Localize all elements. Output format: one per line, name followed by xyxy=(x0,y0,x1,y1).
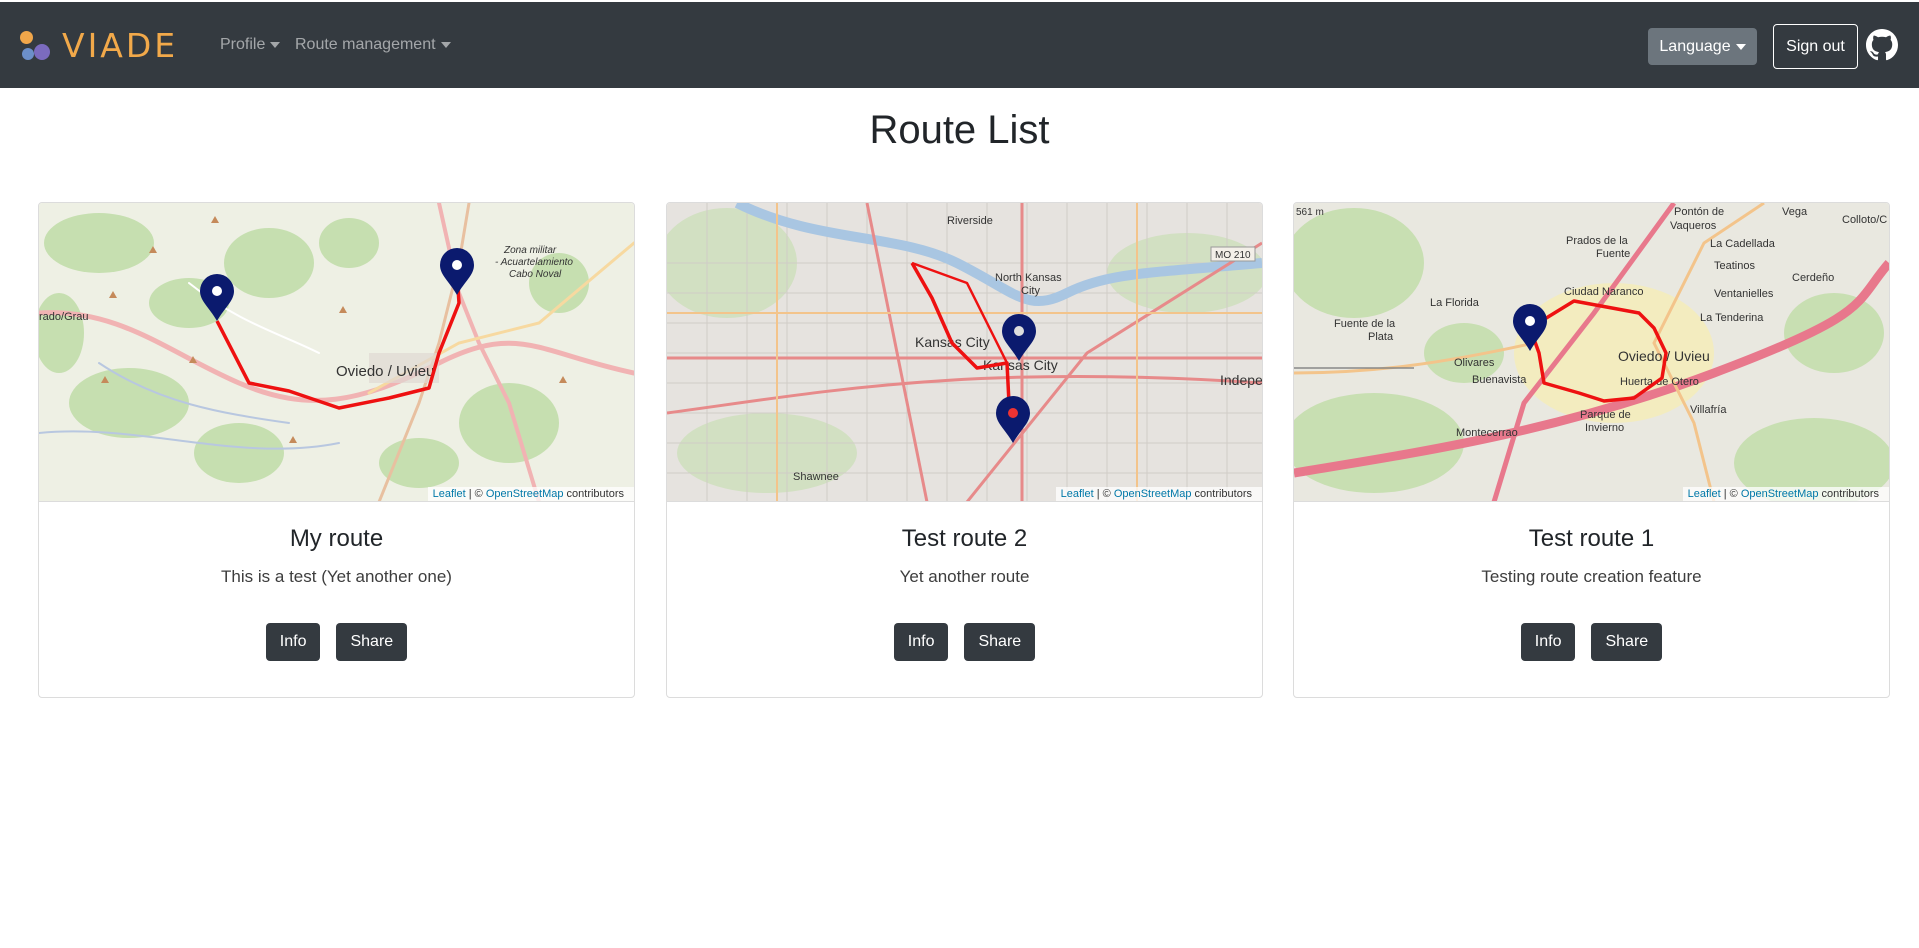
brand-logo-link[interactable]: VIADE xyxy=(18,28,178,64)
language-button[interactable]: Language xyxy=(1648,28,1757,65)
map-label-olivares: Olivares xyxy=(1454,357,1495,369)
map-label-florida: La Florida xyxy=(1430,297,1480,309)
viade-logo-icon xyxy=(18,28,58,64)
osm-link[interactable]: OpenStreetMap xyxy=(486,488,564,500)
route-card: Ciudad Naranco La Florida Fuente de la P… xyxy=(1293,202,1890,698)
map-label-cadellada: La Cadellada xyxy=(1710,238,1776,250)
map-label-riverside: Riverside xyxy=(947,215,993,227)
map-label-fuente: Fuente de la xyxy=(1334,318,1396,330)
route-map[interactable]: Kansas City Kansas City North Kansas Cit… xyxy=(667,203,1262,502)
leaflet-link[interactable]: Leaflet xyxy=(1061,488,1094,500)
profile-dropdown[interactable]: Profile xyxy=(220,36,281,54)
brand-name: VIADE xyxy=(62,26,179,65)
map-label-naranco: Ciudad Naranco xyxy=(1564,286,1644,298)
map-label-prados-2: Fuente xyxy=(1596,248,1630,260)
map-label-military-2: - Acuartelamiento xyxy=(495,257,573,268)
share-button[interactable]: Share xyxy=(336,623,408,661)
github-icon[interactable] xyxy=(1866,29,1898,61)
map-label-altitude: 561 m xyxy=(1296,207,1324,218)
map-label-north-kansas-city: City xyxy=(1021,285,1040,297)
caret-down-icon xyxy=(1735,43,1746,50)
route-description: This is a test (Yet another one) xyxy=(221,567,452,586)
sign-out-button[interactable]: Sign out xyxy=(1773,24,1858,69)
route-map[interactable]: Oviedo / Uvieu rado/Grau Zona militar - … xyxy=(39,203,634,502)
map-label-cerdeno: Cerdeño xyxy=(1792,272,1834,284)
map-label-colloto: Colloto/C xyxy=(1842,214,1887,226)
map-label-montecerrao: Montecerrao xyxy=(1456,427,1518,439)
map-label-military-3: Cabo Noval xyxy=(509,269,562,280)
info-button[interactable]: Info xyxy=(893,623,949,661)
share-button[interactable]: Share xyxy=(1591,623,1663,661)
top-navbar: VIADE Profile Route management Language … xyxy=(0,0,1919,88)
map-label-west: rado/Grau xyxy=(39,311,89,323)
route-card: Oviedo / Uvieu rado/Grau Zona militar - … xyxy=(38,202,635,698)
map-label-independence: Indepe xyxy=(1220,372,1262,388)
map-label-city: Oviedo / Uvieu xyxy=(336,363,434,380)
map-label-ventanielles: Ventanielles xyxy=(1714,288,1774,300)
route-description: Testing route creation feature xyxy=(1481,567,1702,586)
map-label-fuente-2: Plata xyxy=(1368,331,1394,343)
route-card: Kansas City Kansas City North Kansas Cit… xyxy=(666,202,1263,698)
language-label: Language xyxy=(1659,37,1731,55)
osm-link[interactable]: OpenStreetMap xyxy=(1114,488,1192,500)
leaflet-link[interactable]: Leaflet xyxy=(1688,488,1721,500)
route-map[interactable]: Ciudad Naranco La Florida Fuente de la P… xyxy=(1294,203,1889,502)
map-label-shawnee: Shawnee xyxy=(793,471,839,483)
route-title: Test route 2 xyxy=(901,525,1028,552)
profile-dropdown-label: Profile xyxy=(220,36,266,53)
map-label-ponton-2: Vaqueros xyxy=(1670,220,1717,232)
map-label-vega: Vega xyxy=(1782,206,1808,218)
map-label-parque-2: Invierno xyxy=(1585,422,1624,434)
map-label-buenavista: Buenavista xyxy=(1472,374,1527,386)
caret-down-icon xyxy=(440,42,451,48)
page-title: Route List xyxy=(869,108,1050,152)
info-button[interactable]: Info xyxy=(265,623,321,661)
map-attribution: Leaflet | © OpenStreetMap contributors xyxy=(427,487,634,501)
route-title: Test route 1 xyxy=(1528,525,1655,552)
map-label-parque: Parque de xyxy=(1580,409,1631,421)
map-attribution: Leaflet | © OpenStreetMap contributors xyxy=(1055,487,1262,501)
route-description: Yet another route xyxy=(899,567,1030,586)
map-label-prados: Prados de la xyxy=(1566,235,1629,247)
leaflet-link[interactable]: Leaflet xyxy=(433,488,466,500)
map-label-ponton: Pontón de xyxy=(1674,206,1724,218)
map-label-tenderina: La Tenderina xyxy=(1700,312,1764,324)
map-label-north-kansas: North Kansas xyxy=(995,272,1062,284)
caret-down-icon xyxy=(270,42,281,48)
share-button[interactable]: Share xyxy=(964,623,1036,661)
map-label-military: Zona militar xyxy=(503,245,557,256)
info-button[interactable]: Info xyxy=(1520,623,1576,661)
map-attribution: Leaflet | © OpenStreetMap contributors xyxy=(1682,487,1889,501)
route-management-dropdown[interactable]: Route management xyxy=(295,36,451,54)
map-label-mo-210: MO 210 xyxy=(1215,250,1251,261)
route-title: My route xyxy=(289,525,384,552)
osm-link[interactable]: OpenStreetMap xyxy=(1741,488,1819,500)
route-management-label: Route management xyxy=(295,36,436,53)
map-label-villafria: Villafría xyxy=(1690,404,1727,416)
map-label-teatinos: Teatinos xyxy=(1714,260,1755,272)
